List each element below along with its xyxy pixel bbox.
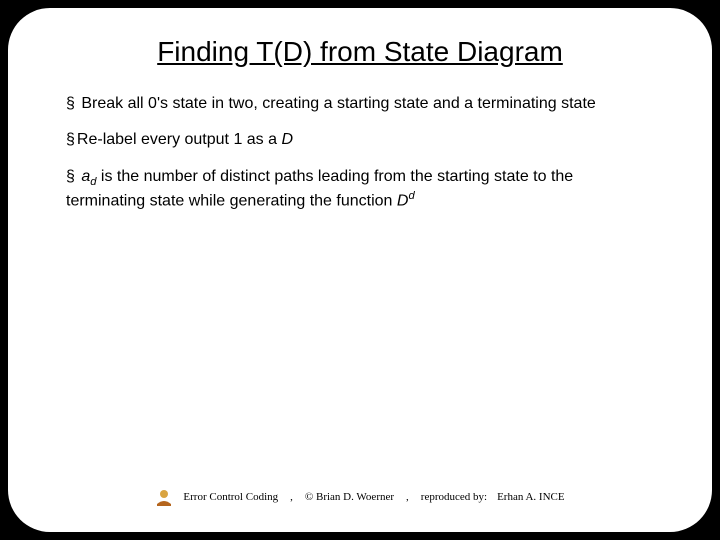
bullet-2: §Re-label every output 1 as a D [66,130,654,150]
footer-sep: , [406,491,409,503]
bullet-3: § ad is the number of distinct paths lea… [66,167,654,212]
bullet-marker: § [66,131,75,148]
slide-title: Finding T(D) from State Diagram [48,36,672,68]
slide-footer: Error Control Coding , © Brian D. Woerne… [8,488,712,506]
footer-course: Error Control Coding [183,491,278,503]
bullet-3-text: is the number of distinct paths leading … [66,168,573,210]
footer-author: © Brian D. Woerner [305,491,394,503]
footer-repro-name: Erhan A. INCE [497,491,565,503]
slide-frame: Finding T(D) from State Diagram § Break … [8,8,712,532]
footer-logo-icon [155,488,173,506]
slide-content: § Break all 0's state in two, creating a… [48,94,672,212]
footer-repro-label: reproduced by: [421,491,487,503]
bullet-1: § Break all 0's state in two, creating a… [66,94,654,114]
bullet-3-var-a: a [81,168,90,185]
bullet-3-var-D: D [397,193,409,210]
bullet-marker: § [66,168,79,185]
bullet-2-text: Re-label every output 1 as a [77,131,282,148]
bullet-2-var-D: D [281,131,293,148]
bullet-marker: § [66,95,79,112]
footer-sep: , [290,491,293,503]
bullet-3-sup-d: d [408,190,414,202]
bullet-1-text: Break all 0's state in two, creating a s… [81,95,595,112]
